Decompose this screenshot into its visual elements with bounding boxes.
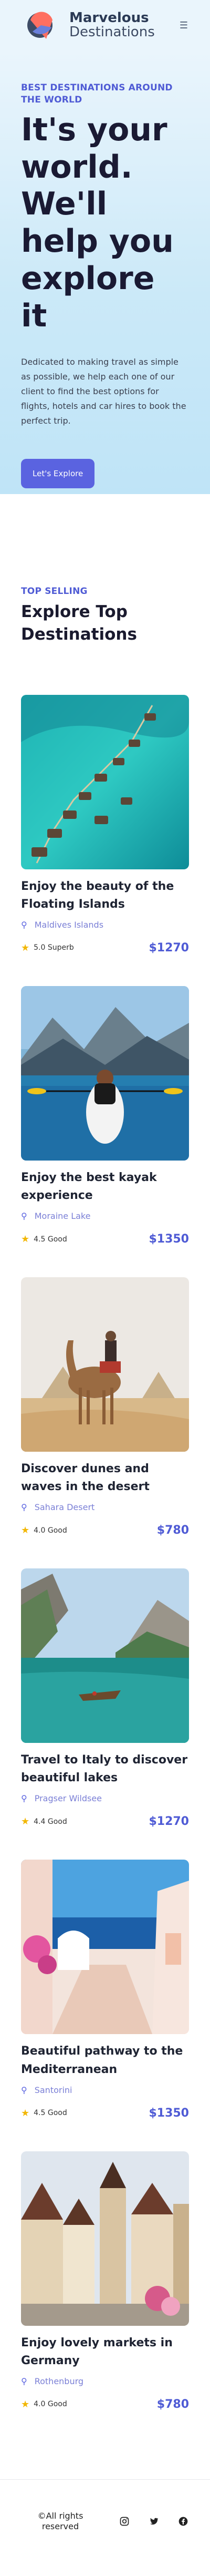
destinations-title: Explore Top Destinations <box>21 602 137 644</box>
card-rating: 5.0 Superb <box>34 943 74 952</box>
card-rating: 4.4 Good <box>34 1817 67 1826</box>
card-location: Santorini <box>34 2085 72 2095</box>
destinations-section: TOP SELLING Explore Top Destinations Enj… <box>0 494 210 2479</box>
card-price: $780 <box>156 1524 189 1537</box>
location-pin-icon: ⚲ <box>21 919 27 930</box>
card-title: Enjoy lovely markets in Germany <box>21 2336 173 2367</box>
destination-card[interactable]: Beautiful pathway to the Mediterranean ⚲… <box>21 1860 189 2120</box>
card-location: Moraine Lake <box>34 1211 91 1222</box>
star-icon: ★ <box>21 2107 30 2119</box>
card-rating: 4.5 Good <box>34 2109 67 2118</box>
hero-title: It's your world. We'll help you explore … <box>21 111 174 334</box>
kayak-image <box>21 986 189 1161</box>
hero-section: BEST DESTINATIONS AROUND THE WORLD It's … <box>0 50 210 494</box>
brand-name: Marvelous <box>69 9 149 26</box>
card-location: Rothenburg <box>34 2376 84 2386</box>
star-icon: ★ <box>21 942 30 953</box>
location-pin-icon: ⚲ <box>21 1502 27 1513</box>
card-title: Enjoy the beauty of the Floating Islands <box>21 879 174 911</box>
card-title: Travel to Italy to discover beautiful la… <box>21 1753 188 1785</box>
card-location: Pragser Wildsee <box>34 1793 102 1804</box>
desert-image <box>21 1277 189 1452</box>
star-icon: ★ <box>21 1234 30 1245</box>
destination-cards: Enjoy the beauty of the Floating Islands… <box>21 694 189 2411</box>
destination-card[interactable]: Enjoy the best kayak experience ⚲ Morain… <box>21 986 189 1246</box>
star-icon: ★ <box>21 1816 30 1828</box>
card-price: $1270 <box>149 941 189 955</box>
destination-card[interactable]: Enjoy the beauty of the Floating Islands… <box>21 694 189 955</box>
star-icon: ★ <box>21 1525 30 1536</box>
card-location: Maldives Islands <box>34 919 104 930</box>
card-title: Discover dunes and waves in the desert <box>21 1462 150 1494</box>
destinations-eyebrow: TOP SELLING <box>21 586 88 597</box>
social-links <box>119 2516 189 2527</box>
card-price: $1350 <box>149 2106 189 2120</box>
site-header: Marvelous Destinations ☰ <box>0 0 210 50</box>
maldives-image <box>21 694 189 869</box>
explore-button[interactable]: Let's Explore <box>21 458 95 488</box>
card-rating: 4.0 Good <box>34 2400 67 2409</box>
location-pin-icon: ⚲ <box>21 1211 27 1222</box>
card-price: $1270 <box>149 1815 189 1829</box>
italy-lake-image <box>21 1568 189 1743</box>
star-icon: ★ <box>21 2398 30 2410</box>
hero-eyebrow: BEST DESTINATIONS AROUND THE WORLD <box>21 83 173 105</box>
twitter-icon[interactable] <box>148 2516 160 2527</box>
destination-card[interactable]: Discover dunes and waves in the desert ⚲… <box>21 1277 189 1537</box>
location-pin-icon: ⚲ <box>21 2376 27 2386</box>
destination-card[interactable]: Enjoy lovely markets in Germany ⚲ Rothen… <box>21 2151 189 2411</box>
card-title: Enjoy the best kayak experience <box>21 1171 157 1202</box>
card-rating: 4.5 Good <box>34 1235 67 1244</box>
brand-logo-icon <box>27 12 52 39</box>
card-rating: 4.0 Good <box>34 1526 67 1535</box>
location-pin-icon: ⚲ <box>21 1793 27 1804</box>
location-pin-icon: ⚲ <box>21 2085 27 2095</box>
brand-subtitle: Destinations <box>69 24 155 40</box>
facebook-icon[interactable] <box>177 2516 189 2527</box>
card-location: Sahara Desert <box>34 1502 95 1513</box>
destination-card[interactable]: Travel to Italy to discover beautiful la… <box>21 1568 189 1828</box>
santorini-image <box>21 1860 189 2035</box>
card-title: Beautiful pathway to the Mediterranean <box>21 2045 183 2076</box>
hero-description: Dedicated to making travel as simple as … <box>21 356 186 426</box>
rothenburg-image <box>21 2151 189 2326</box>
card-price: $780 <box>156 2397 189 2411</box>
site-footer: ©All rights reserved <box>0 2479 210 2563</box>
copyright-text: ©All rights reserved <box>37 2510 83 2532</box>
hamburger-menu-icon[interactable]: ☰ <box>178 20 189 31</box>
card-price: $1350 <box>149 1233 189 1246</box>
instagram-icon[interactable] <box>119 2516 130 2527</box>
brand[interactable]: Marvelous Destinations <box>21 4 155 46</box>
